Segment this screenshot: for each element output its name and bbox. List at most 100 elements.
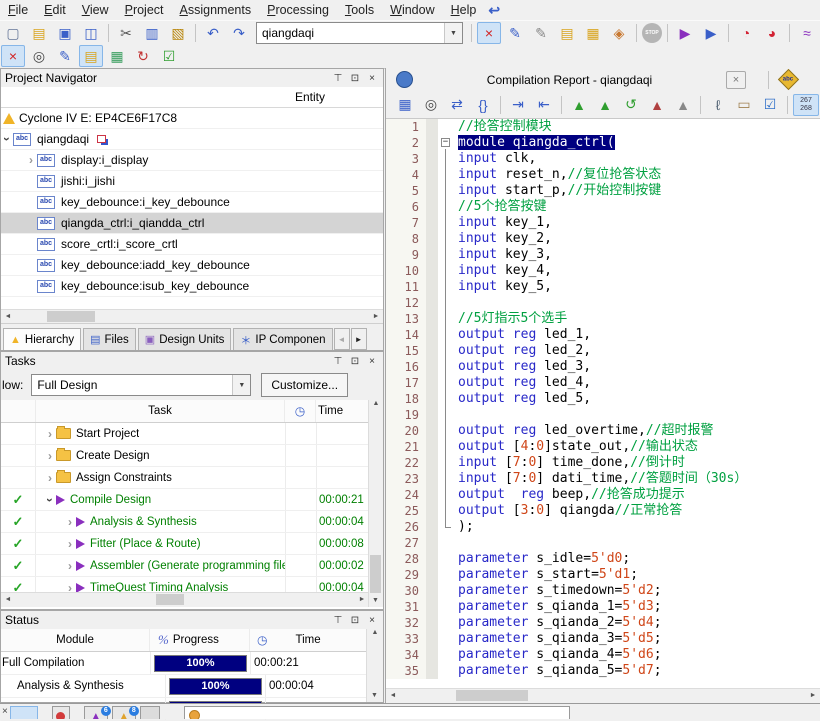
find-icon[interactable]: ◎ [27,45,51,67]
fold-margin[interactable] [438,311,454,327]
chevron-right-icon[interactable]: › [64,515,76,529]
task-row[interactable]: ›Assign Constraints [1,467,383,489]
tree-item-instance[interactable]: abcqiangda_ctrl:i_qiandda_ctrl [1,213,383,234]
fold-margin[interactable] [438,519,454,535]
scroll-down-icon[interactable]: ▼ [367,689,382,702]
run-icon[interactable]: ▶ [673,22,697,44]
errors-filter-button[interactable] [52,706,70,719]
edit-settings-icon[interactable]: ✎ [53,45,77,67]
fold-margin[interactable] [438,327,454,343]
text-editor-icon[interactable]: abc [778,69,799,90]
scroll-right-icon[interactable]: ► [806,689,820,702]
chevron-right-icon[interactable]: › [44,449,56,463]
float-window-icon[interactable]: ⊡ [348,72,362,85]
line-number-display[interactable]: 267268 [793,94,819,116]
tree-item-instance[interactable]: abckey_debounce:isub_key_debounce [1,276,383,297]
status-vscrollbar-top[interactable]: ▲ [366,629,383,651]
tasks-hscrollbar[interactable]: ◄ ► [1,592,369,607]
pin-planner2-icon[interactable]: ▦ [105,45,129,67]
chevron-down-icon[interactable]: › [43,494,57,506]
fold-margin[interactable] [438,599,454,615]
pin-icon[interactable]: ⊤ [331,72,345,85]
fold-margin[interactable] [438,151,454,167]
fold-collapse-icon[interactable]: − [441,138,450,147]
timing-analyzer-icon[interactable]: ◔ [734,22,758,44]
paste-icon[interactable]: ▧ [166,22,190,44]
find-in-text-icon[interactable]: ◎ [419,94,443,116]
pin-icon[interactable]: ⊤ [331,355,345,368]
tab-ip-componen[interactable]: ＊IP Componen [233,328,332,350]
pin-icon[interactable]: ⊤ [331,614,345,627]
warnings-filter-button[interactable]: ▲8 [112,706,136,719]
fold-margin[interactable] [438,279,454,295]
critical-warnings-filter-button[interactable]: ▲6 [84,706,108,719]
fold-margin[interactable] [438,487,454,503]
fold-margin[interactable] [438,423,454,439]
unindent-icon[interactable]: ⇤ [532,94,556,116]
menu-processing[interactable]: Processing [259,1,337,19]
nav-back-icon[interactable]: ↩ [488,2,500,19]
messages-all-filter-button[interactable] [10,706,38,719]
pin-planner-icon[interactable]: ▦ [581,22,605,44]
attach-file-icon[interactable]: ℓ [706,94,730,116]
remove-all-bookmarks-icon[interactable]: ▲ [671,94,695,116]
scroll-right-icon[interactable]: ► [369,310,383,323]
chevron-down-icon[interactable]: › [0,133,14,145]
scroll-left-icon[interactable]: ◄ [386,689,400,702]
info-filter-button[interactable] [140,706,160,719]
editor-hscrollbar[interactable]: ◄ ► [386,688,820,703]
project-combobox[interactable]: qiangdaqi ▼ [256,22,463,44]
customize-button[interactable]: Customize... [261,373,348,397]
scrollbar-thumb[interactable] [156,594,184,605]
replace-icon[interactable]: ⇄ [445,94,469,116]
fold-margin[interactable] [438,583,454,599]
fold-margin[interactable] [438,455,454,471]
menu-tools[interactable]: Tools [337,1,382,19]
tree-item-instance[interactable]: abcjishi:i_jishi [1,171,383,192]
fold-margin[interactable] [438,231,454,247]
design-checklist-icon[interactable]: ☑ [157,45,181,67]
tree-item-instance[interactable]: ›abcdisplay:i_display [1,150,383,171]
chevron-right-icon[interactable]: › [64,537,76,551]
tab-hierarchy[interactable]: ▲Hierarchy [3,328,81,350]
assignment-editor-icon[interactable]: ▤ [555,22,579,44]
analyze-current-file-icon[interactable]: ☑ [758,94,782,116]
messages-search-input[interactable] [184,706,570,719]
fold-margin[interactable] [438,631,454,647]
scroll-left-icon[interactable]: ◄ [1,310,15,323]
tasks-vscrollbar[interactable]: ▼ [368,422,383,607]
indent-icon[interactable]: ⇥ [506,94,530,116]
start-analysis-icon[interactable]: ✎ [503,22,527,44]
fold-margin[interactable] [438,343,454,359]
close-icon[interactable]: × [365,614,379,627]
rapid-recompile-icon[interactable]: ▶ [699,22,723,44]
chevron-down-icon[interactable]: ▼ [232,375,250,395]
tree-item-instance[interactable]: abckey_debounce:i_key_debounce [1,192,383,213]
fold-margin[interactable] [438,119,454,135]
new-file-icon[interactable]: ▢ [1,22,25,44]
chevron-right-icon[interactable]: › [44,471,56,485]
tree-item-instance[interactable]: abcscore_crtl:i_score_crtl [1,234,383,255]
fold-margin[interactable] [438,167,454,183]
fold-margin[interactable] [438,183,454,199]
refresh-icon[interactable]: ↻ [131,45,155,67]
start-synthesis-icon[interactable]: ✎ [529,22,553,44]
fold-margin[interactable] [438,647,454,663]
prev-bookmark-icon[interactable]: ↺ [619,94,643,116]
menu-help[interactable]: Help [443,1,485,19]
fold-margin[interactable] [438,439,454,455]
task-row[interactable]: ›Create Design [1,445,383,467]
scroll-down-icon[interactable]: ▼ [369,594,382,607]
menu-window[interactable]: Window [382,1,442,19]
scrollbar-thumb[interactable] [370,555,381,593]
task-row[interactable]: ›Start Project [1,423,383,445]
menu-assignments[interactable]: Assignments [172,1,260,19]
float-window-icon[interactable]: ⊡ [348,614,362,627]
tab-scroll-left-icon[interactable]: ◄ [334,328,350,350]
flow-combobox[interactable]: Full Design ▼ [31,374,251,396]
redo-icon[interactable]: ↷ [227,22,251,44]
netlist-viewer-icon[interactable]: ≈ [795,22,819,44]
tree-item-device[interactable]: Cyclone IV E: EP4CE6F17C8 [1,108,383,129]
chevron-right-icon[interactable]: › [44,427,56,441]
fold-margin[interactable] [438,551,454,567]
